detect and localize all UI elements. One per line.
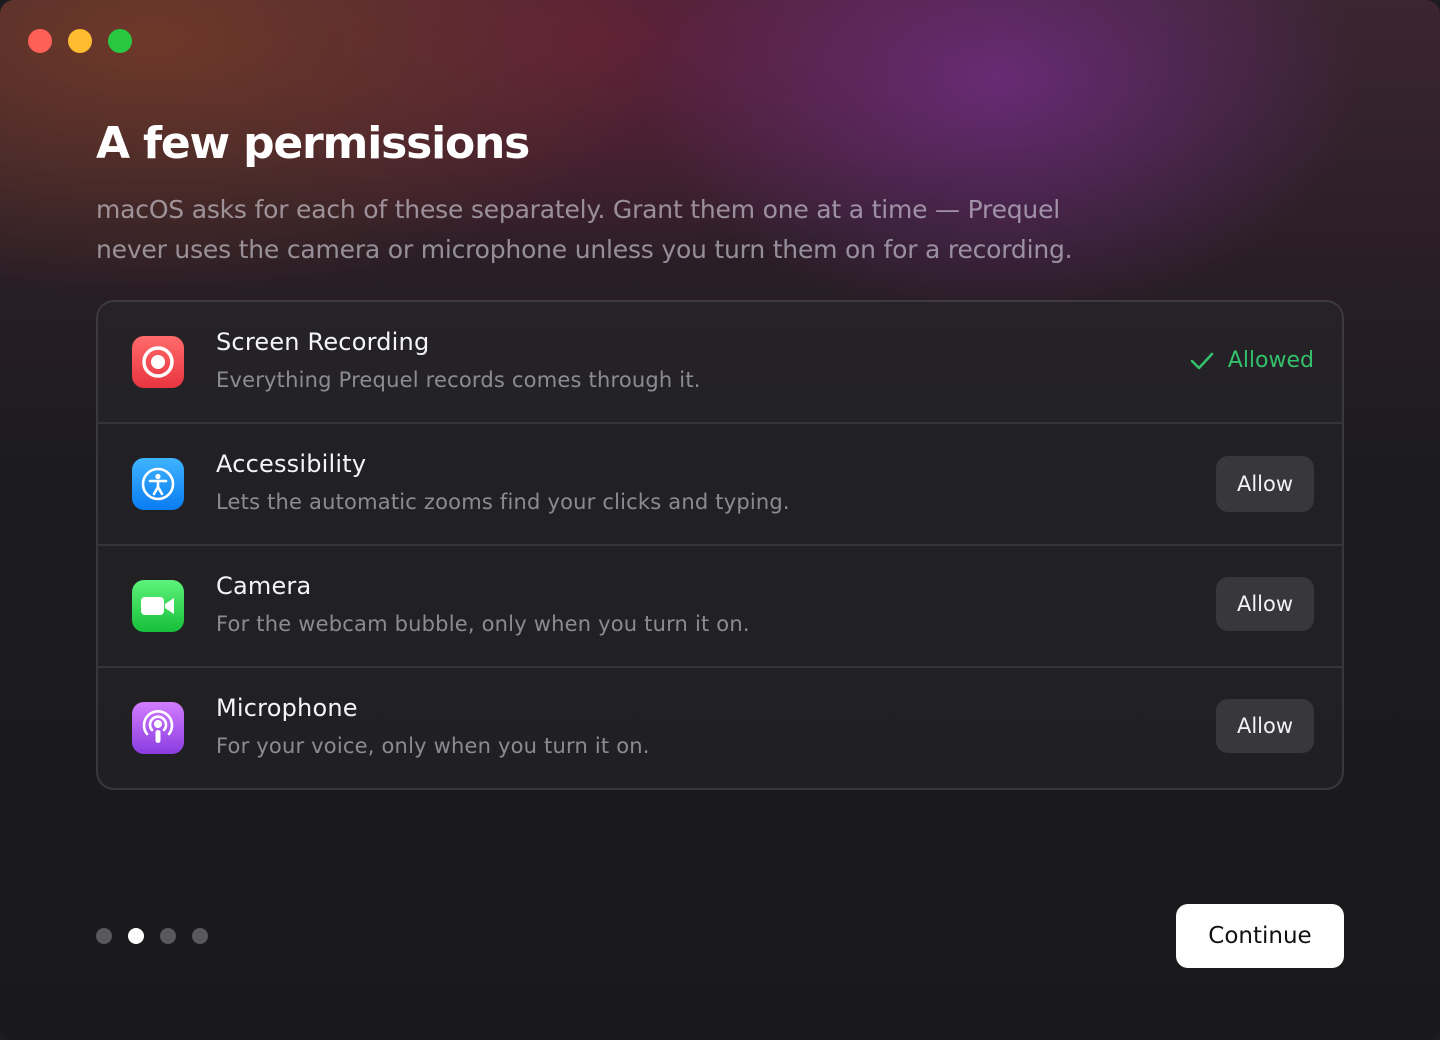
close-window-button[interactable]: [28, 29, 52, 53]
page-dot: [192, 928, 208, 944]
permission-description: Lets the automatic zooms find your click…: [216, 490, 790, 514]
permission-row-screen-recording: Screen Recording Everything Prequel reco…: [98, 302, 1342, 424]
permissions-list: Screen Recording Everything Prequel reco…: [96, 300, 1344, 790]
page-dot: [160, 928, 176, 944]
permission-title: Microphone: [216, 694, 358, 722]
accessibility-icon: [132, 458, 184, 510]
permission-description: Everything Prequel records comes through…: [216, 368, 701, 392]
screen-recording-icon: [132, 336, 184, 388]
permission-title: Camera: [216, 572, 312, 600]
page-dot-active: [128, 928, 144, 944]
page-indicator: [96, 928, 208, 944]
permission-description: For the webcam bubble, only when you tur…: [216, 612, 750, 636]
permission-row-camera: Camera For the webcam bubble, only when …: [98, 546, 1342, 668]
page-title: A few permissions: [96, 118, 530, 169]
permission-description: For your voice, only when you turn it on…: [216, 734, 650, 758]
allow-accessibility-button[interactable]: Allow: [1216, 456, 1314, 512]
permission-row-accessibility: Accessibility Lets the automatic zooms f…: [98, 424, 1342, 546]
onboarding-window: A few permissions macOS asks for each of…: [0, 0, 1440, 1040]
camera-icon: [132, 580, 184, 632]
permission-row-microphone: Microphone For your voice, only when you…: [98, 668, 1342, 788]
permission-title: Accessibility: [216, 450, 367, 478]
allow-camera-button[interactable]: Allow: [1216, 577, 1314, 631]
window-controls: [28, 29, 132, 53]
minimize-window-button[interactable]: [68, 29, 92, 53]
allowed-status: Allowed: [1190, 348, 1314, 373]
page-dot: [96, 928, 112, 944]
page-subtitle: macOS asks for each of these separately.…: [96, 195, 1073, 264]
checkmark-icon: [1190, 352, 1214, 369]
permission-title: Screen Recording: [216, 328, 430, 356]
allow-microphone-button[interactable]: Allow: [1216, 699, 1314, 753]
allowed-label: Allowed: [1227, 348, 1314, 373]
zoom-window-button[interactable]: [108, 29, 132, 53]
microphone-icon: [132, 702, 184, 754]
continue-button[interactable]: Continue: [1176, 904, 1344, 968]
